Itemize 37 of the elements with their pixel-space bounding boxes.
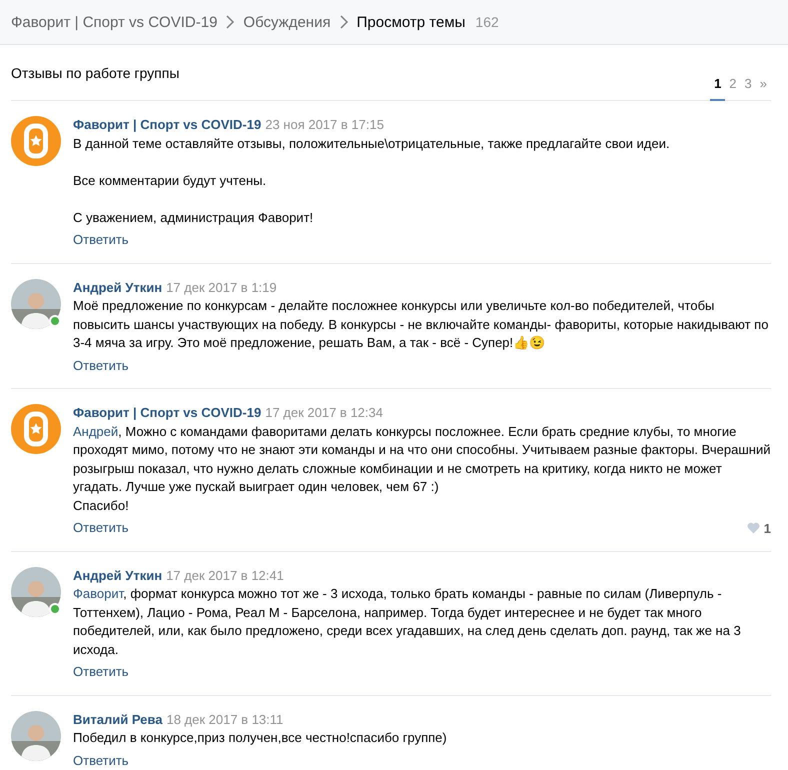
post-text: В данной теме оставляйте отзывы, положительные\отрицательные, также предлагайте свои идеи. Все комментарии будут учтены. С уважением, администрация Фаворит! <box>73 134 671 227</box>
avatar-photo[interactable] <box>11 566 61 616</box>
page-link[interactable]: 1 <box>710 76 726 101</box>
reply-link[interactable]: Ответить <box>73 752 129 770</box>
author-name[interactable]: Андрей Уткин <box>73 566 162 585</box>
post-date: 17 дек 2017 в 12:34 <box>265 404 383 422</box>
post-text: Моё предложение по конкурсам - делайте посложнее конкурсы или увеличьте кол-во победителей, чтобы повысить шансы участвующих на победу. В конкурсы - не включайте команды- фавориты, которые накидывают по 3-4 мяча за игру. Это моё предложение, решать Вам, а так - всё - Супер!👍😉 <box>73 297 770 352</box>
mention-link[interactable]: Фаворит <box>73 586 124 601</box>
post-text: Фаворит, формат конкурса можно тот же - 3 исхода, только брать команды - равные по силам (Ливерпуль - Тоттенхем), Лацио - Рома, Реал М - Барселона, например. Тогда будет интереснее и не будет так много победителей, или, как было предложено, среди всех угадавших, на след день сделать доп. раунд, так же на 3 исхода. <box>73 585 742 659</box>
avatar-photo[interactable] <box>11 278 61 328</box>
post-date: 23 ноя 2017 в 17:15 <box>265 116 384 134</box>
heart-icon <box>746 522 760 534</box>
post-count: 162 <box>475 14 499 30</box>
reply-link[interactable]: Ответить <box>73 231 129 250</box>
chevron-right-icon <box>338 15 349 29</box>
reply-link[interactable]: Ответить <box>73 356 129 375</box>
mention-link[interactable]: Андрей <box>73 424 118 438</box>
like-button[interactable]: 1 <box>746 520 771 536</box>
post-text: Андрей, Можно с командами фаворитами делать конкурсы посложнее. Если брать средние клубы, то многие проходят мимо, потому что не знают эти команды и на что они способны. Учитываем разные факторы. Вчерашний розыгрыш показал, что нужно делать сложные комбинации и не смотреть на критику, когда никто не может угадать. Лучше уже пускай выиграет один человек, чем 67 :) Спасибо! <box>73 422 771 514</box>
logo-avatar[interactable] <box>11 116 61 166</box>
post-date: 17 дек 2017 в 12:41 <box>166 566 284 585</box>
author-name[interactable]: Фаворит | Спорт vs COVID-19 <box>73 116 262 134</box>
post-date: 17 дек 2017 в 1:19 <box>166 278 277 297</box>
author-name[interactable]: Виталий Рева <box>73 710 162 729</box>
author-name[interactable]: Андрей Уткин <box>73 278 162 297</box>
avatar-photo[interactable] <box>11 710 61 760</box>
breadcrumb-link[interactable]: Обсуждения <box>243 14 331 30</box>
breadcrumb-current: Просмотр темы <box>356 14 466 30</box>
logo-avatar[interactable] <box>11 404 61 454</box>
post-text: Победил в конкурсе,приз получен,все честно!спасибо группе) <box>73 729 448 747</box>
reply-link[interactable]: Ответить <box>73 663 129 682</box>
reply-link[interactable]: Ответить <box>73 519 129 538</box>
topic-title: Отзывы по работе группы <box>11 65 180 81</box>
author-name[interactable]: Фаворит | Спорт vs COVID-19 <box>73 404 262 422</box>
chevron-right-icon <box>225 15 236 29</box>
post-date: 18 дек 2017 в 13:11 <box>166 710 284 729</box>
breadcrumb-link[interactable]: Фаворит | Спорт vs COVID-19 <box>11 14 218 30</box>
